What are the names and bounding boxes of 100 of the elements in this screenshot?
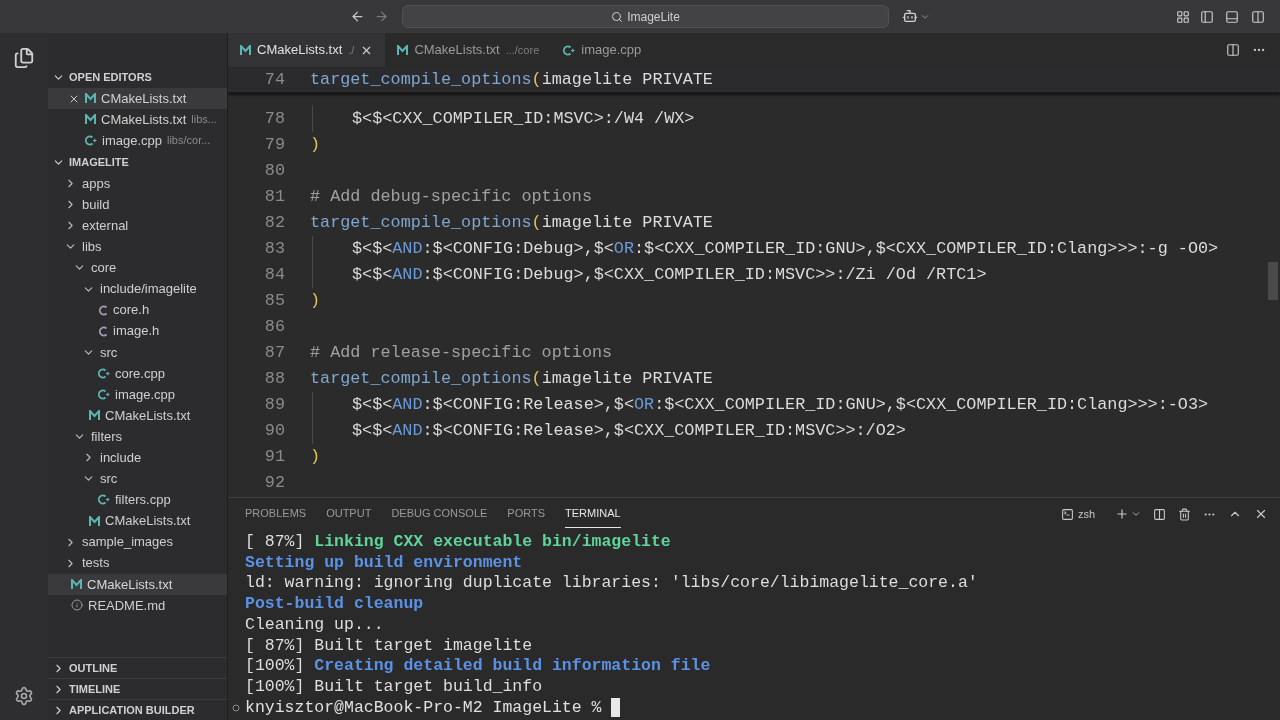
panel-tab[interactable]: DEBUG CONSOLE xyxy=(391,500,488,528)
info-icon xyxy=(71,599,83,612)
line-number: 80 xyxy=(263,160,285,183)
terminal-line: Setting up build environment xyxy=(245,552,523,574)
c-letter-icon xyxy=(98,304,108,316)
trash-icon[interactable] xyxy=(1178,507,1191,521)
line-number: 92 xyxy=(263,472,285,495)
robot-icon[interactable] xyxy=(902,8,918,24)
circle-icon xyxy=(232,703,240,712)
code-line: # Add release-specific options xyxy=(310,342,613,365)
file-row[interactable]: core.h xyxy=(48,299,227,321)
line-number: 87 xyxy=(263,342,285,365)
panel-tab[interactable]: TERMINAL xyxy=(565,500,621,528)
line-number: 79 xyxy=(263,134,285,157)
line-number: 78 xyxy=(263,108,285,131)
m-letter-icon xyxy=(89,515,100,527)
file-row[interactable]: image.cpp xyxy=(48,383,227,406)
folder-row[interactable]: sample_images xyxy=(48,531,227,553)
code-line: # Add debug-specific options xyxy=(310,186,592,209)
terminal-icon[interactable] xyxy=(1060,507,1074,521)
panel-bottom-icon[interactable] xyxy=(1225,10,1239,24)
terminal-line: [100%] Creating detailed build information file xyxy=(245,656,711,677)
folder-row[interactable]: src xyxy=(48,468,227,490)
folder-row[interactable]: external xyxy=(48,215,227,237)
file-row[interactable]: README.md xyxy=(48,594,227,616)
line-number: 82 xyxy=(263,212,285,235)
scrollbar-thumb[interactable] xyxy=(1268,262,1278,300)
layout-grid-icon[interactable] xyxy=(1176,10,1190,24)
chevron-down-icon[interactable] xyxy=(1131,509,1141,519)
c-plus-icon xyxy=(98,367,110,379)
folder-row[interactable]: libs xyxy=(48,236,227,258)
m-letter-icon xyxy=(85,93,96,104)
forward-arrow-icon[interactable] xyxy=(374,9,389,24)
line-number: 81 xyxy=(263,186,285,209)
chevron-down-icon[interactable] xyxy=(920,12,930,22)
line-number: 86 xyxy=(263,316,285,339)
folder-row[interactable]: build xyxy=(48,194,227,216)
m-letter-icon xyxy=(397,44,409,56)
split-editor-icon[interactable] xyxy=(1226,43,1240,57)
settings-icon[interactable] xyxy=(14,686,34,706)
file-row[interactable]: CMakeLists.txt xyxy=(48,510,227,532)
line-number: 74 xyxy=(263,68,285,91)
terminal-prompt: knyisztor@MacBook-Pro-M2 ImageLite % xyxy=(245,697,602,719)
editor-tab[interactable]: CMakeLists.txt .../core xyxy=(385,33,552,67)
command-center-search[interactable]: ImageLite xyxy=(402,5,889,28)
line-number: 89 xyxy=(263,394,285,417)
c-letter-icon xyxy=(98,325,108,337)
code-line: target_compile_options(imagelite PRIVATE xyxy=(310,368,713,391)
folder-row[interactable]: include/imagelite xyxy=(48,278,227,300)
split-terminal-icon[interactable] xyxy=(1153,507,1166,521)
line-number: 84 xyxy=(263,264,285,287)
folder-row[interactable]: tests xyxy=(48,552,227,574)
code-line: target_compile_options(imagelite PRIVATE xyxy=(310,212,713,235)
code-line: ) xyxy=(310,134,321,157)
shell-name[interactable]: zsh xyxy=(1077,505,1095,523)
files-icon[interactable] xyxy=(13,47,35,69)
section-header[interactable]: TIMELINE xyxy=(48,678,227,699)
line-number: 85 xyxy=(263,290,285,313)
terminal-line: [ 87%] Linking CXX executable bin/imagelite xyxy=(245,532,671,553)
section-header[interactable]: IMAGELITE xyxy=(48,152,227,173)
panel-tab[interactable]: PROBLEMS xyxy=(245,500,307,528)
m-letter-icon xyxy=(89,410,100,422)
panel-tab[interactable]: OUTPUT xyxy=(326,500,372,528)
panel-tab[interactable]: PORTS xyxy=(507,500,546,528)
line-number: 83 xyxy=(263,238,285,261)
editor-tab[interactable]: image.cpp xyxy=(551,33,654,67)
code-line: $<$<AND:$<CONFIG:Release>,$<CXX_COMPILER_ID:MSVC>>:/O2> xyxy=(352,420,906,443)
section-header[interactable]: OPEN EDITORS xyxy=(48,67,227,88)
folder-row[interactable]: include xyxy=(48,447,227,469)
terminal-line: ld: warning: ignoring duplicate libraries: 'libs/core/libimagelite_core.a' xyxy=(245,573,978,595)
file-row[interactable]: core.cpp xyxy=(48,362,227,384)
columns-icon[interactable] xyxy=(1251,10,1265,24)
folder-row[interactable]: core xyxy=(48,257,227,279)
m-letter-icon xyxy=(240,44,251,56)
file-row[interactable]: CMakeLists.txt xyxy=(48,405,227,427)
open-editor-item[interactable]: image.cpp libs/cor... xyxy=(48,130,227,151)
back-arrow-icon[interactable] xyxy=(350,9,365,24)
panel-left-icon[interactable] xyxy=(1200,10,1214,24)
folder-row[interactable]: filters xyxy=(48,426,227,448)
line-number: 91 xyxy=(263,446,285,469)
section-header[interactable]: APPLICATION BUILDER xyxy=(48,699,227,720)
section-header[interactable]: OUTLINE xyxy=(48,657,227,678)
c-plus-icon xyxy=(85,135,97,146)
m-letter-icon xyxy=(85,114,96,125)
c-plus-icon xyxy=(98,494,110,506)
plus-icon[interactable] xyxy=(1115,507,1129,521)
file-row[interactable]: image.h xyxy=(48,320,227,342)
code-line: target_compile_options(imagelite PRIVATE xyxy=(310,68,713,91)
line-number: 90 xyxy=(263,420,285,443)
code-line: $<$<AND:$<CONFIG:Release>,$<OR:$<CXX_COMPILER_ID:GNU>,$<CXX_COMPILER_ID:Clang>>>:-O3> xyxy=(352,394,1209,417)
close-icon[interactable] xyxy=(1254,507,1268,521)
file-row[interactable]: CMakeLists.txt xyxy=(48,573,227,595)
file-row[interactable]: filters.cpp xyxy=(48,489,227,511)
code-line: ) xyxy=(310,446,321,469)
open-editor-item[interactable]: CMakeLists.txt libs... xyxy=(48,109,227,130)
folder-row[interactable]: src xyxy=(48,341,227,363)
line-number: 88 xyxy=(263,368,285,391)
open-editor-item[interactable]: CMakeLists.txt xyxy=(48,88,227,109)
editor-tab[interactable]: CMakeLists.txt ./ xyxy=(228,33,386,67)
folder-row[interactable]: apps xyxy=(48,173,227,195)
